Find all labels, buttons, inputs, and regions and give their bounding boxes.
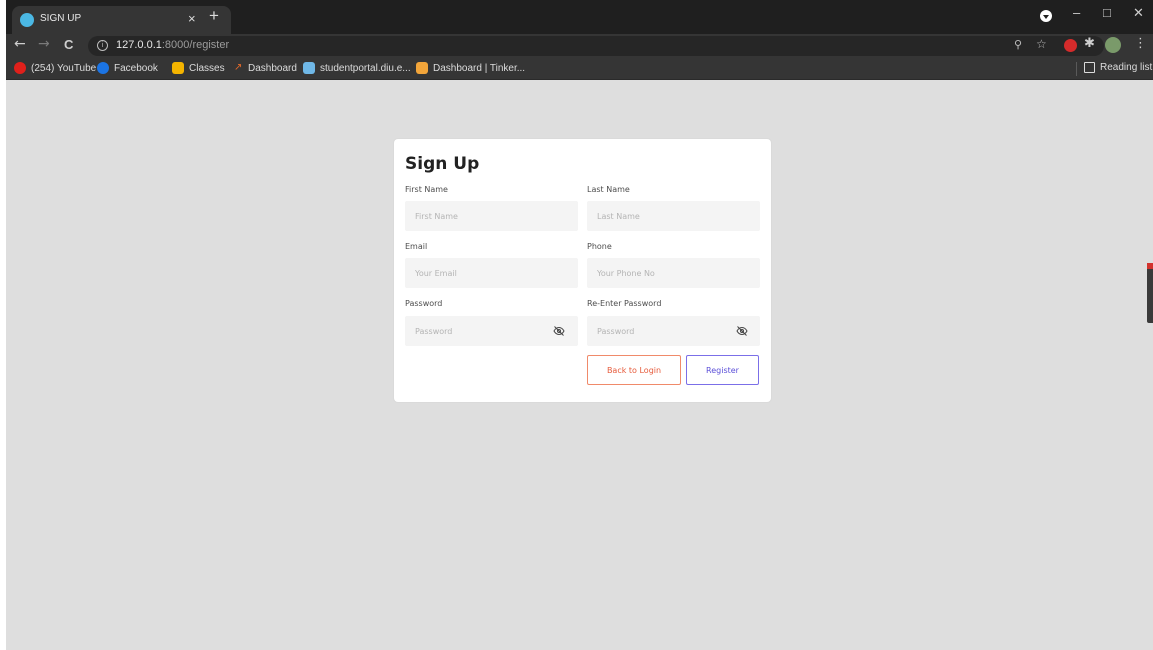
zoom-icon[interactable]: ⚲ (1014, 38, 1022, 51)
bookmarks-bar: (254) YouTube Facebook Classes ↗ Dashboar… (6, 58, 1153, 80)
bookmark-label: Classes (189, 62, 225, 74)
bookmark-label: studentportal.diu.e... (320, 62, 411, 74)
tab-close-icon[interactable]: × (188, 11, 196, 26)
bookmark-tinkercad[interactable]: Dashboard | Tinker... (416, 62, 525, 74)
bookmarks-divider (1076, 62, 1077, 76)
email-label: Email (405, 242, 428, 251)
new-tab-button[interactable]: + (209, 6, 219, 26)
reading-list-icon (1084, 62, 1095, 73)
favicon-icon (20, 13, 34, 27)
reading-list-label: Reading list (1100, 62, 1153, 73)
tab-bar: SIGN UP × + – □ ✕ (6, 0, 1153, 34)
address-bar[interactable]: i 127.0.0.1:8000/register ⚲ ☆ (88, 36, 1104, 56)
facebook-icon (97, 62, 109, 74)
maximize-button[interactable]: □ (1103, 5, 1111, 20)
password-label: Password (405, 299, 443, 308)
forward-icon[interactable]: → (38, 36, 50, 52)
studentportal-icon (303, 62, 315, 74)
dashboard-icon: ↗ (234, 62, 243, 73)
minimize-button[interactable]: – (1073, 5, 1080, 20)
star-icon[interactable]: ☆ (1036, 37, 1047, 51)
bookmark-studentportal[interactable]: studentportal.diu.e... (303, 62, 411, 74)
url-host: 127.0.0.1 (116, 39, 162, 51)
first-name-input[interactable] (405, 201, 578, 231)
phone-field[interactable] (587, 258, 760, 288)
window-edge (0, 0, 6, 650)
eye-slash-icon[interactable] (736, 325, 748, 337)
extensions-puzzle-icon[interactable]: ✱ (1084, 36, 1095, 51)
last-name-label: Last Name (587, 185, 630, 194)
tab-title: SIGN UP (40, 13, 82, 24)
back-to-login-button[interactable]: Back to Login (587, 355, 681, 385)
email-field[interactable] (405, 258, 578, 288)
bookmark-classes[interactable]: Classes (172, 62, 225, 74)
re-password-field[interactable] (587, 316, 760, 346)
first-name-label: First Name (405, 185, 448, 194)
last-name-input[interactable] (587, 201, 760, 231)
reading-list[interactable]: Reading list (1084, 62, 1152, 73)
eye-slash-icon[interactable] (553, 325, 565, 337)
url-text: 127.0.0.1:8000/register (116, 39, 229, 51)
menu-kebab-icon[interactable]: ⋮ (1134, 36, 1147, 51)
profile-menu-icon[interactable] (1040, 10, 1052, 22)
phone-label: Phone (587, 242, 612, 251)
register-button[interactable]: Register (686, 355, 759, 385)
browser-toolbar: ← → C i 127.0.0.1:8000/register ⚲ ☆ ✱ ⋮ (6, 34, 1153, 58)
extension-ublock-icon[interactable] (1064, 39, 1077, 52)
site-info-icon[interactable]: i (97, 40, 108, 51)
back-icon[interactable]: ← (14, 36, 26, 52)
bookmark-label: (254) YouTube (31, 62, 97, 74)
close-window-button[interactable]: ✕ (1133, 5, 1144, 21)
bookmark-dashboard[interactable]: ↗ Dashboard (234, 62, 297, 74)
bookmark-label: Dashboard (248, 62, 297, 74)
side-feedback-tab[interactable] (1147, 263, 1153, 323)
bookmark-label: Dashboard | Tinker... (433, 62, 526, 74)
avatar[interactable] (1105, 37, 1121, 53)
bookmark-label: Facebook (114, 62, 158, 74)
youtube-icon (14, 62, 26, 74)
bookmark-youtube[interactable]: (254) YouTube (14, 62, 96, 74)
url-path: :8000/register (161, 39, 230, 51)
classroom-icon (172, 62, 184, 74)
bookmark-facebook[interactable]: Facebook (97, 62, 158, 74)
tinkercad-icon (416, 62, 428, 74)
reload-icon[interactable]: C (64, 37, 73, 52)
page-title: Sign Up (405, 154, 480, 174)
re-password-label: Re-Enter Password (587, 299, 662, 308)
browser-tab[interactable]: SIGN UP × (12, 6, 231, 34)
signup-card: Sign Up First Name Last Name Email Phone… (394, 139, 771, 402)
